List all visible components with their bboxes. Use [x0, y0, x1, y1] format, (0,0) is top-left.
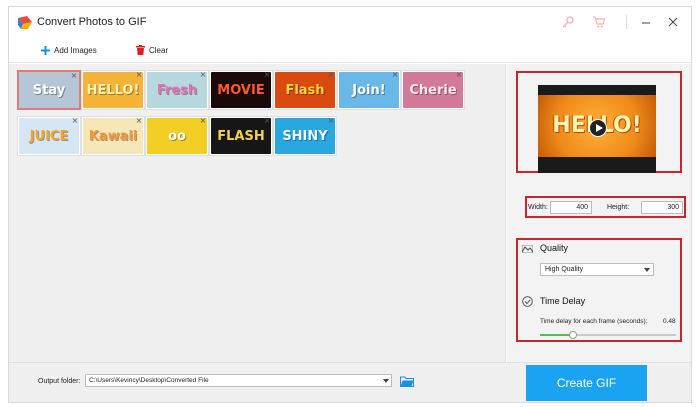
thumbnail-text: Stay: [32, 82, 66, 98]
output-folder-field[interactable]: C:\Users\Kevincy\Desktop\Converted File: [85, 374, 392, 387]
remove-thumbnail-icon[interactable]: ×: [391, 71, 399, 79]
thumbnail-image: Cherie: [403, 72, 463, 108]
time-delay-value: 0.48: [663, 318, 676, 325]
thumbnail-text: HELLO!: [86, 82, 140, 98]
thumbnail-image: oo: [147, 118, 207, 154]
image-grid: Stay × HELLO! × Fresh × MOVIE × Flash × Join! × Cher…: [9, 64, 506, 362]
remove-thumbnail-icon[interactable]: ×: [199, 117, 207, 125]
clear-label: Clear: [149, 45, 169, 55]
time-delay-slider[interactable]: [540, 331, 676, 339]
remove-thumbnail-icon[interactable]: ×: [455, 71, 463, 79]
bottom-bar: Output folder: C:\Users\Kevincy\Desktop\…: [9, 362, 691, 402]
chevron-down-icon[interactable]: [383, 379, 389, 383]
gif-preview[interactable]: HELLO!: [538, 85, 656, 173]
height-input[interactable]: 300: [641, 201, 683, 214]
thumbnail-text: Cherie: [409, 82, 457, 98]
folder-icon[interactable]: [400, 376, 414, 387]
slider-handle[interactable]: [568, 331, 577, 339]
image-thumbnail[interactable]: HELLO! ×: [81, 70, 145, 110]
window-title: Convert Photos to GIF: [37, 16, 147, 28]
trash-icon: [136, 45, 145, 55]
thumbnail-text: MOVIE: [217, 82, 265, 98]
thumbnail-image: FLASH: [211, 118, 271, 154]
image-thumbnail[interactable]: SHINY ×: [273, 116, 337, 156]
quality-icon: [522, 245, 533, 253]
quality-delay-highlight: Quality High Quality Time Delay Time del…: [516, 238, 682, 342]
remove-thumbnail-icon[interactable]: ×: [135, 117, 143, 125]
remove-thumbnail-icon[interactable]: ×: [199, 71, 207, 79]
thumbnail-image: SHINY: [275, 118, 335, 154]
thumbnail-text: Kawaii: [88, 128, 138, 144]
slider-fill: [540, 334, 573, 336]
thumbnail-text: FLASH: [217, 128, 265, 144]
image-thumbnail[interactable]: Cherie ×: [401, 70, 465, 110]
remove-thumbnail-icon[interactable]: ×: [263, 71, 271, 79]
height-label: Height:: [607, 204, 630, 211]
time-delay-label: Time Delay: [540, 296, 586, 306]
settings-panel: HELLO! Width: 400 Height: 300 Quality Hi…: [507, 64, 691, 362]
titlebar-separator: [626, 15, 627, 29]
image-thumbnail[interactable]: Join! ×: [337, 70, 401, 110]
close-icon[interactable]: [666, 15, 680, 29]
output-folder-path: C:\Users\Kevincy\Desktop\Converted File: [89, 377, 209, 384]
thumbnail-image: JUICE: [19, 118, 79, 154]
image-thumbnail[interactable]: FLASH ×: [209, 116, 273, 156]
remove-thumbnail-icon[interactable]: ×: [135, 71, 143, 79]
app-window: Convert Photos to GIF Add Images Clear S…: [8, 6, 692, 403]
remove-thumbnail-icon[interactable]: ×: [263, 117, 271, 125]
clock-check-icon: [522, 296, 533, 307]
output-folder-label: Output folder:: [38, 378, 81, 385]
thumbnail-text: JUICE: [29, 128, 69, 144]
remove-thumbnail-icon[interactable]: ×: [71, 117, 79, 125]
quality-label: Quality: [540, 243, 569, 253]
thumbnail-text: Join!: [352, 82, 386, 98]
image-thumbnail[interactable]: MOVIE ×: [209, 70, 273, 110]
time-delay-description: Time delay for each frame (seconds):: [540, 318, 648, 325]
create-gif-button[interactable]: Create GIF: [526, 365, 647, 401]
thumbnail-text: oo: [168, 128, 186, 144]
add-images-button[interactable]: Add Images: [41, 42, 97, 58]
chevron-down-icon: [644, 268, 650, 272]
thumbnail-text: Fresh: [156, 82, 198, 98]
preview-highlight: HELLO!: [516, 71, 682, 173]
thumbnail-image: MOVIE: [211, 72, 271, 108]
quality-selected-value: High Quality: [545, 266, 584, 273]
key-icon[interactable]: [561, 15, 575, 29]
image-thumbnail[interactable]: Stay ×: [17, 70, 81, 110]
remove-thumbnail-icon[interactable]: ×: [70, 72, 78, 80]
play-icon[interactable]: [589, 119, 607, 137]
thumbnail-image: Flash: [275, 72, 335, 108]
thumbnail-image: Join!: [339, 72, 399, 108]
app-logo-icon: [18, 16, 32, 29]
thumbnail-image: HELLO!: [83, 72, 143, 108]
width-label: Width:: [528, 204, 548, 211]
image-thumbnail[interactable]: Kawaii ×: [81, 116, 145, 156]
image-thumbnail[interactable]: Flash ×: [273, 70, 337, 110]
minimize-icon[interactable]: [639, 15, 653, 29]
toolbar: Add Images Clear: [9, 37, 691, 63]
image-thumbnail[interactable]: JUICE ×: [17, 116, 81, 156]
width-input[interactable]: 400: [550, 201, 592, 214]
remove-thumbnail-icon[interactable]: ×: [327, 117, 335, 125]
quality-select[interactable]: High Quality: [540, 263, 654, 276]
remove-thumbnail-icon[interactable]: ×: [327, 71, 335, 79]
plus-icon: [41, 45, 50, 55]
clear-button[interactable]: Clear: [136, 42, 168, 58]
thumbnail-image: Fresh: [147, 72, 207, 108]
add-images-label: Add Images: [54, 45, 97, 55]
title-bar: Convert Photos to GIF: [9, 7, 691, 37]
cart-icon[interactable]: [592, 15, 606, 29]
dimensions-highlight: Width: 400 Height: 300: [525, 196, 686, 218]
thumbnail-text: Flash: [285, 82, 325, 98]
thumbnail-text: SHINY: [282, 128, 328, 144]
image-thumbnail[interactable]: oo ×: [145, 116, 209, 156]
image-thumbnail[interactable]: Fresh ×: [145, 70, 209, 110]
thumbnail-image: Kawaii: [83, 118, 143, 154]
